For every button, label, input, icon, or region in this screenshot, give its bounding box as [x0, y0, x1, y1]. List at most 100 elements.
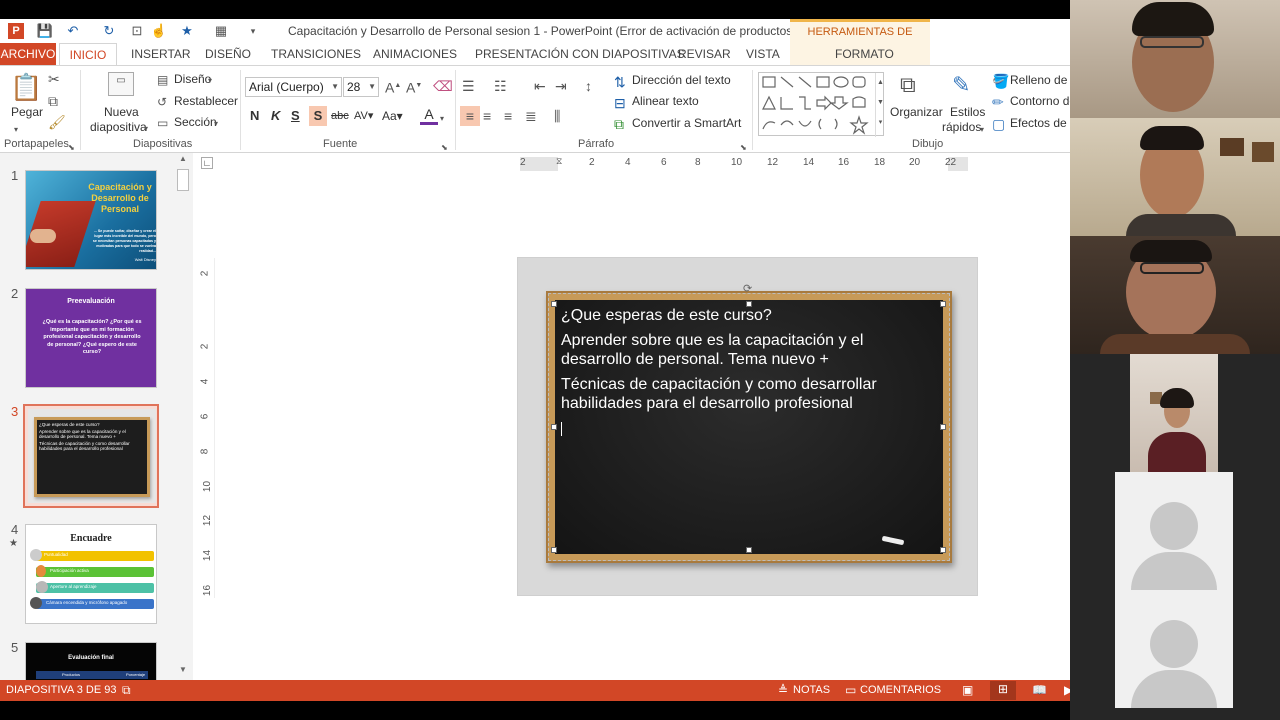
change-case-icon[interactable]: Aa▾: [382, 108, 403, 124]
section-button[interactable]: Sección: [174, 115, 217, 129]
text-direction-icon[interactable]: ⇅: [614, 74, 626, 90]
current-slide[interactable]: ¿Que esperas de este curso? Aprender sob…: [517, 257, 978, 596]
align-left-icon[interactable]: ≡: [460, 106, 480, 126]
tab-formato[interactable]: FORMATO: [835, 43, 894, 65]
shapes-gallery[interactable]: ▲ ▼ ▾: [758, 72, 885, 137]
slide-thumbnail-5[interactable]: Evaluación final Productos Porcentaje: [25, 642, 157, 680]
thumbnail-scrollbar[interactable]: ▲ ▼: [175, 153, 191, 680]
line-spacing-icon[interactable]: ↕: [585, 78, 592, 94]
resize-handle[interactable]: [551, 301, 557, 307]
resize-handle[interactable]: [940, 547, 946, 553]
paste-button[interactable]: Pegar: [11, 105, 43, 119]
tab-animaciones[interactable]: ANIMACIONES: [373, 43, 457, 65]
shape-fill-icon[interactable]: 🪣: [992, 73, 1009, 89]
reset-icon[interactable]: ↺: [157, 94, 167, 110]
shape-outline-button[interactable]: Contorno de: [1010, 94, 1076, 108]
tab-stop-selector-icon[interactable]: ∟: [201, 157, 213, 169]
participant-video-2[interactable]: [1070, 118, 1280, 236]
clear-formatting-icon[interactable]: ⌫: [433, 78, 453, 94]
justify-icon[interactable]: ≣: [525, 108, 537, 124]
increase-indent-icon[interactable]: ⇥: [555, 78, 567, 94]
participant-placeholder-1[interactable]: [1115, 472, 1233, 590]
underline-icon[interactable]: S: [291, 108, 300, 124]
paste-icon[interactable]: 📋: [10, 72, 42, 102]
participant-placeholder-2[interactable]: [1115, 590, 1233, 708]
shape-effects-icon[interactable]: ▢: [992, 116, 1005, 132]
text-direction-button[interactable]: Dirección del texto: [632, 73, 731, 87]
resize-handle[interactable]: [551, 547, 557, 553]
participant-video-4[interactable]: [1130, 354, 1218, 472]
align-text-icon[interactable]: ⊟: [614, 95, 626, 111]
shapes-gallery-scroll[interactable]: ▲ ▼ ▾: [875, 73, 885, 137]
undo-icon[interactable]: ↶: [64, 22, 82, 40]
quick-styles-dropdown-icon[interactable]: ▾: [980, 122, 984, 138]
resize-handle[interactable]: [551, 424, 557, 430]
tab-inicio[interactable]: INICIO: [59, 43, 117, 66]
slide-thumbnail-4[interactable]: Encuadre Puntualidad Participación activ…: [25, 524, 157, 624]
scrollbar-thumb[interactable]: [177, 169, 189, 191]
layout-icon[interactable]: ▤: [157, 72, 168, 88]
align-text-button[interactable]: Alinear texto: [632, 94, 699, 108]
comments-button[interactable]: COMENTARIOS: [860, 684, 941, 696]
font-color-dropdown-icon[interactable]: ▾: [440, 111, 444, 127]
grow-font-icon[interactable]: A▲: [385, 78, 401, 96]
indent-marker-icon[interactable]: ⧖: [556, 156, 562, 167]
italic-icon[interactable]: K: [271, 108, 280, 124]
notes-button[interactable]: NOTAS: [793, 684, 830, 696]
rotate-handle-icon[interactable]: ⟳: [743, 282, 752, 295]
reset-button[interactable]: Restablecer: [174, 94, 238, 108]
layout-button[interactable]: Diseño: [174, 72, 211, 86]
reading-view-icon[interactable]: 📖: [1032, 683, 1047, 697]
font-color-icon[interactable]: A: [420, 106, 438, 125]
tab-archivo[interactable]: ARCHIVO: [0, 43, 56, 65]
smartart-icon[interactable]: ⧉: [614, 116, 624, 132]
font-size-dropdown-icon[interactable]: ▼: [368, 78, 376, 96]
scroll-down-icon[interactable]: ▼: [179, 665, 187, 674]
scroll-up-icon[interactable]: ▲: [179, 154, 187, 163]
font-size-combo[interactable]: 28 ▼: [343, 77, 379, 97]
tab-presentacion[interactable]: PRESENTACIÓN CON DIAPOSITIVAS: [475, 43, 685, 65]
new-slide-label-1[interactable]: Nueva: [104, 105, 139, 119]
character-spacing-icon[interactable]: AV▾: [354, 108, 373, 124]
bold-icon[interactable]: N: [250, 108, 259, 124]
touch-mode-icon[interactable]: ☝: [150, 22, 168, 40]
quick-styles-label-1[interactable]: Estilos: [950, 105, 985, 119]
arrange-icon[interactable]: ⧉: [900, 72, 916, 98]
comments-icon[interactable]: ▭: [845, 683, 856, 697]
cut-icon[interactable]: ✂: [48, 71, 60, 87]
convert-smartart-button[interactable]: Convertir a SmartArt: [632, 116, 741, 130]
tab-diseno[interactable]: DISEÑO: [205, 43, 251, 65]
copy-icon[interactable]: ⧉: [48, 93, 58, 109]
start-from-beginning-icon[interactable]: ⊡: [128, 22, 146, 40]
star-icon[interactable]: ★: [178, 22, 196, 40]
customize-qat-icon[interactable]: ▾: [244, 22, 262, 40]
format-painter-icon[interactable]: 🖌: [48, 114, 66, 130]
shape-icon[interactable]: ▦: [212, 22, 230, 40]
redo-icon[interactable]: ↻: [100, 22, 118, 40]
shrink-font-icon[interactable]: A▼: [406, 78, 422, 96]
slide-thumbnail-1[interactable]: Capacitación y Desarrollo de Personal ..…: [25, 170, 157, 270]
resize-handle[interactable]: [940, 301, 946, 307]
tab-transiciones[interactable]: TRANSICIONES: [271, 43, 361, 65]
participant-video-3[interactable]: [1070, 236, 1280, 354]
spelling-icon[interactable]: ⧉: [122, 683, 131, 698]
save-icon[interactable]: 💾: [36, 22, 54, 40]
align-center-icon[interactable]: ≡: [483, 108, 491, 124]
tab-revisar[interactable]: REVISAR: [678, 43, 731, 65]
section-dropdown-icon[interactable]: ▾: [214, 116, 218, 132]
shape-outline-icon[interactable]: ✏: [992, 94, 1004, 110]
paste-dropdown-icon[interactable]: ▾: [14, 122, 18, 138]
tab-insertar[interactable]: INSERTAR: [131, 43, 191, 65]
quick-styles-icon[interactable]: ✎: [952, 72, 970, 98]
new-slide-dropdown-icon[interactable]: ▾: [144, 121, 148, 137]
bullets-icon[interactable]: ☰: [462, 78, 475, 94]
notes-icon[interactable]: ≜: [778, 683, 788, 697]
arrange-button[interactable]: Organizar: [890, 105, 943, 119]
align-right-icon[interactable]: ≡: [504, 108, 512, 124]
numbering-icon[interactable]: ☷: [494, 78, 507, 94]
resize-handle[interactable]: [746, 547, 752, 553]
layout-dropdown-icon[interactable]: ▾: [208, 73, 212, 89]
normal-view-icon[interactable]: ▣: [962, 683, 973, 697]
slide-thumbnail-3[interactable]: ¿Que esperas de este curso? Aprender sob…: [23, 404, 159, 508]
resize-handle[interactable]: [746, 301, 752, 307]
